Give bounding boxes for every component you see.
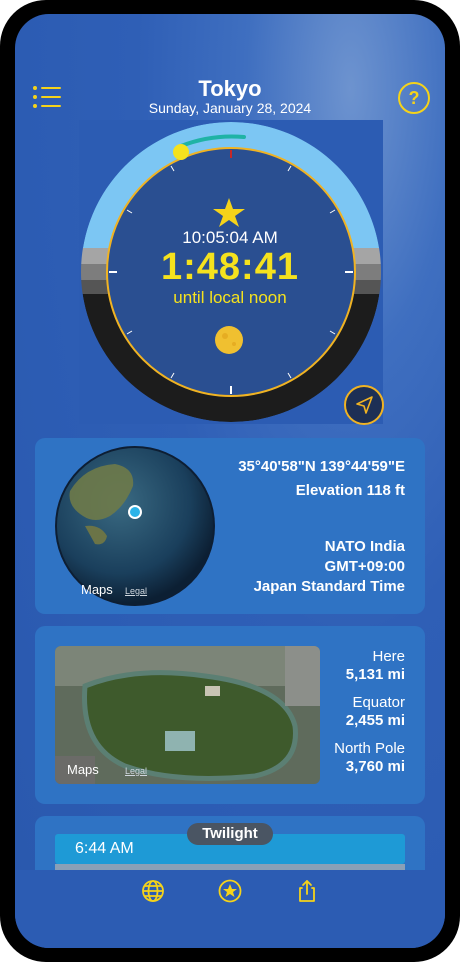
- maps-attribution: Maps: [81, 582, 113, 597]
- distance-value-equator: 2,455 mi: [345, 712, 405, 729]
- city-title: Tokyo: [198, 76, 262, 101]
- gmt-offset: GMT+09:00: [324, 558, 405, 575]
- device-frame: Tokyo Sunday, January 28, 2024 ? 10:05:0…: [0, 0, 460, 962]
- legal-link[interactable]: Legal: [125, 586, 147, 596]
- timezone-name: Japan Standard Time: [253, 578, 405, 595]
- star-icon: [218, 879, 242, 903]
- distance-value-north-pole: 3,760 mi: [345, 758, 405, 775]
- globe-tab-button[interactable]: [140, 878, 166, 904]
- distance-label-equator: Equator: [352, 694, 405, 711]
- share-icon: [299, 880, 315, 902]
- share-tab-button[interactable]: [294, 878, 320, 904]
- favorites-tab-button[interactable]: [217, 878, 243, 904]
- elevation: Elevation 118 ft: [295, 482, 405, 499]
- globe-map[interactable]: [55, 446, 215, 606]
- coordinates: 35°40'58"N 139°44'59"E: [238, 458, 405, 475]
- date-label: Sunday, January 28, 2024: [148, 100, 312, 116]
- nato-zone: NATO India: [324, 538, 405, 555]
- distance-label-north-pole: North Pole: [334, 740, 405, 757]
- twilight-time: 6:44 AM: [75, 840, 134, 857]
- distance-value-here: 5,131 mi: [345, 666, 405, 683]
- help-button[interactable]: ?: [398, 82, 430, 114]
- location-arrow-icon: [344, 385, 384, 425]
- countdown-label: until local noon: [173, 288, 287, 307]
- local-time: 10:05:04 AM: [182, 228, 278, 247]
- question-icon: ?: [408, 88, 420, 108]
- maps-attribution-2: Maps: [67, 762, 99, 777]
- globe-icon: [142, 880, 164, 902]
- legal-link-2[interactable]: Legal: [125, 766, 147, 776]
- twilight-pill: Twilight: [187, 823, 273, 845]
- location-button[interactable]: [343, 384, 385, 426]
- app-screen: Tokyo Sunday, January 28, 2024 ? 10:05:0…: [15, 14, 445, 948]
- countdown-timer: 1:48:41: [161, 246, 299, 288]
- distance-label-here: Here: [372, 648, 405, 665]
